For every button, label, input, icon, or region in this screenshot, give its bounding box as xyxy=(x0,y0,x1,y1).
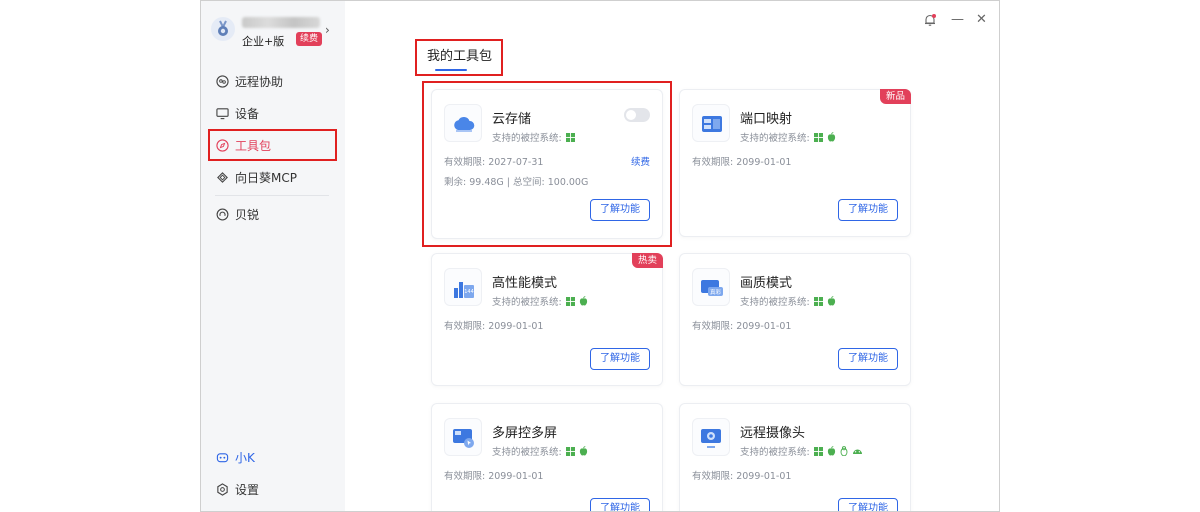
main-content: — ✕ 我的工具包 云存储 支持的被控系统: 有效期限: 2027-07-31 … xyxy=(345,1,999,511)
supported-os: 支持的被控系统: xyxy=(740,444,863,458)
windows-icon xyxy=(565,296,575,306)
port-mapping-icon xyxy=(692,104,730,142)
gear-icon xyxy=(215,482,229,496)
sidebar-item-label: 设备 xyxy=(235,106,260,121)
mcp-icon xyxy=(215,170,229,184)
close-icon[interactable]: ✕ xyxy=(976,12,987,27)
edition-label: 企业+版 xyxy=(242,35,285,48)
linux-icon xyxy=(840,446,848,456)
expiry-date: 有效期限: 2099-01-01 xyxy=(692,471,792,482)
windows-icon xyxy=(813,296,823,306)
sidebar-item-oray[interactable]: 贝锐 xyxy=(215,203,335,225)
sidebar-item-mcp[interactable]: 向日葵MCP xyxy=(215,166,335,188)
sidebar-item-settings[interactable]: 设置 xyxy=(215,478,335,500)
expiry-date: 有效期限: 2099-01-01 xyxy=(444,321,544,332)
expiry-date: 有效期限: 2099-01-01 xyxy=(444,471,544,482)
apple-icon xyxy=(827,446,835,456)
apple-icon xyxy=(579,296,587,306)
new-badge: 新品 xyxy=(879,89,911,104)
image-quality-icon: 真彩 xyxy=(692,268,730,306)
user-profile[interactable]: 企业+版 续费 › xyxy=(211,15,335,48)
windows-icon xyxy=(813,446,823,456)
card-title: 端口映射 xyxy=(740,112,793,127)
highlight-box-toolkit xyxy=(208,129,337,161)
avatar xyxy=(211,17,235,41)
icon-label: 真彩 xyxy=(710,288,722,296)
supported-os: 支持的被控系统: xyxy=(492,444,588,458)
sidebar-item-assistant[interactable]: 小K xyxy=(215,446,335,468)
high-performance-icon: 144 xyxy=(444,268,482,306)
tool-card-remote-camera[interactable]: 远程摄像头 支持的被控系统: 有效期限: 2099-01-01 了解功能 xyxy=(679,403,911,511)
sidebar-divider xyxy=(215,195,329,196)
monitor-icon xyxy=(215,106,229,120)
robot-icon xyxy=(215,450,229,464)
windows-icon xyxy=(565,446,575,456)
sidebar: 企业+版 续费 › 远程协助 设备 工具包 向日葵MCP 贝锐 小K 设置 xyxy=(201,1,345,511)
learn-more-button[interactable]: 了解功能 xyxy=(590,348,650,370)
highlight-box-cloud-storage xyxy=(422,81,672,247)
expiry-date: 有效期限: 2099-01-01 xyxy=(692,157,792,168)
supported-os: 支持的被控系统: xyxy=(740,130,836,144)
android-icon xyxy=(852,449,862,454)
tool-card-high-performance[interactable]: 热卖 144 高性能模式 支持的被控系统: 有效期限: 2099-01-01 了… xyxy=(431,253,663,386)
sidebar-item-label: 设置 xyxy=(235,482,260,497)
learn-more-button[interactable]: 了解功能 xyxy=(838,498,898,511)
sidebar-item-remote-assist[interactable]: 远程协助 xyxy=(215,70,335,92)
apple-icon xyxy=(827,132,835,142)
hot-badge: 热卖 xyxy=(631,253,663,268)
tool-card-image-quality[interactable]: 真彩 画质模式 支持的被控系统: 有效期限: 2099-01-01 了解功能 xyxy=(679,253,911,386)
icon-label: 144 xyxy=(464,289,474,295)
minimize-icon[interactable]: — xyxy=(951,12,964,27)
sidebar-item-label: 贝锐 xyxy=(235,207,260,222)
card-title: 远程摄像头 xyxy=(740,426,806,441)
multi-screen-icon xyxy=(444,418,482,456)
medal-icon xyxy=(218,20,228,36)
supported-os: 支持的被控系统: xyxy=(492,294,588,308)
app-window: 企业+版 续费 › 远程协助 设备 工具包 向日葵MCP 贝锐 小K 设置 — … xyxy=(200,0,1000,512)
sidebar-item-label: 远程协助 xyxy=(235,74,284,89)
oray-icon xyxy=(215,207,229,221)
supported-os: 支持的被控系统: xyxy=(740,294,836,308)
card-title: 多屏控多屏 xyxy=(492,426,558,441)
renew-badge[interactable]: 续费 xyxy=(296,32,323,46)
bell-icon[interactable] xyxy=(923,13,937,31)
learn-more-button[interactable]: 了解功能 xyxy=(838,199,898,221)
tool-card-port-mapping[interactable]: 新品 端口映射 支持的被控系统: 有效期限: 2099-01-01 了解功能 xyxy=(679,89,911,237)
chevron-right-icon[interactable]: › xyxy=(325,23,330,37)
username-blurred xyxy=(242,17,320,28)
apple-icon xyxy=(579,446,587,456)
sidebar-item-label: 向日葵MCP xyxy=(235,170,297,185)
highlight-box-heading xyxy=(415,39,503,76)
expiry-date: 有效期限: 2099-01-01 xyxy=(692,321,792,332)
card-title: 高性能模式 xyxy=(492,276,558,291)
remote-camera-icon xyxy=(692,418,730,456)
apple-icon xyxy=(827,296,835,306)
remote-assist-icon xyxy=(215,74,229,88)
learn-more-button[interactable]: 了解功能 xyxy=(590,498,650,511)
card-title: 画质模式 xyxy=(740,276,793,291)
windows-icon xyxy=(813,132,823,142)
sidebar-item-devices[interactable]: 设备 xyxy=(215,102,335,124)
learn-more-button[interactable]: 了解功能 xyxy=(838,348,898,370)
sidebar-item-label: 小K xyxy=(235,450,255,465)
tool-card-multi-screen[interactable]: 多屏控多屏 支持的被控系统: 有效期限: 2099-01-01 了解功能 xyxy=(431,403,663,511)
